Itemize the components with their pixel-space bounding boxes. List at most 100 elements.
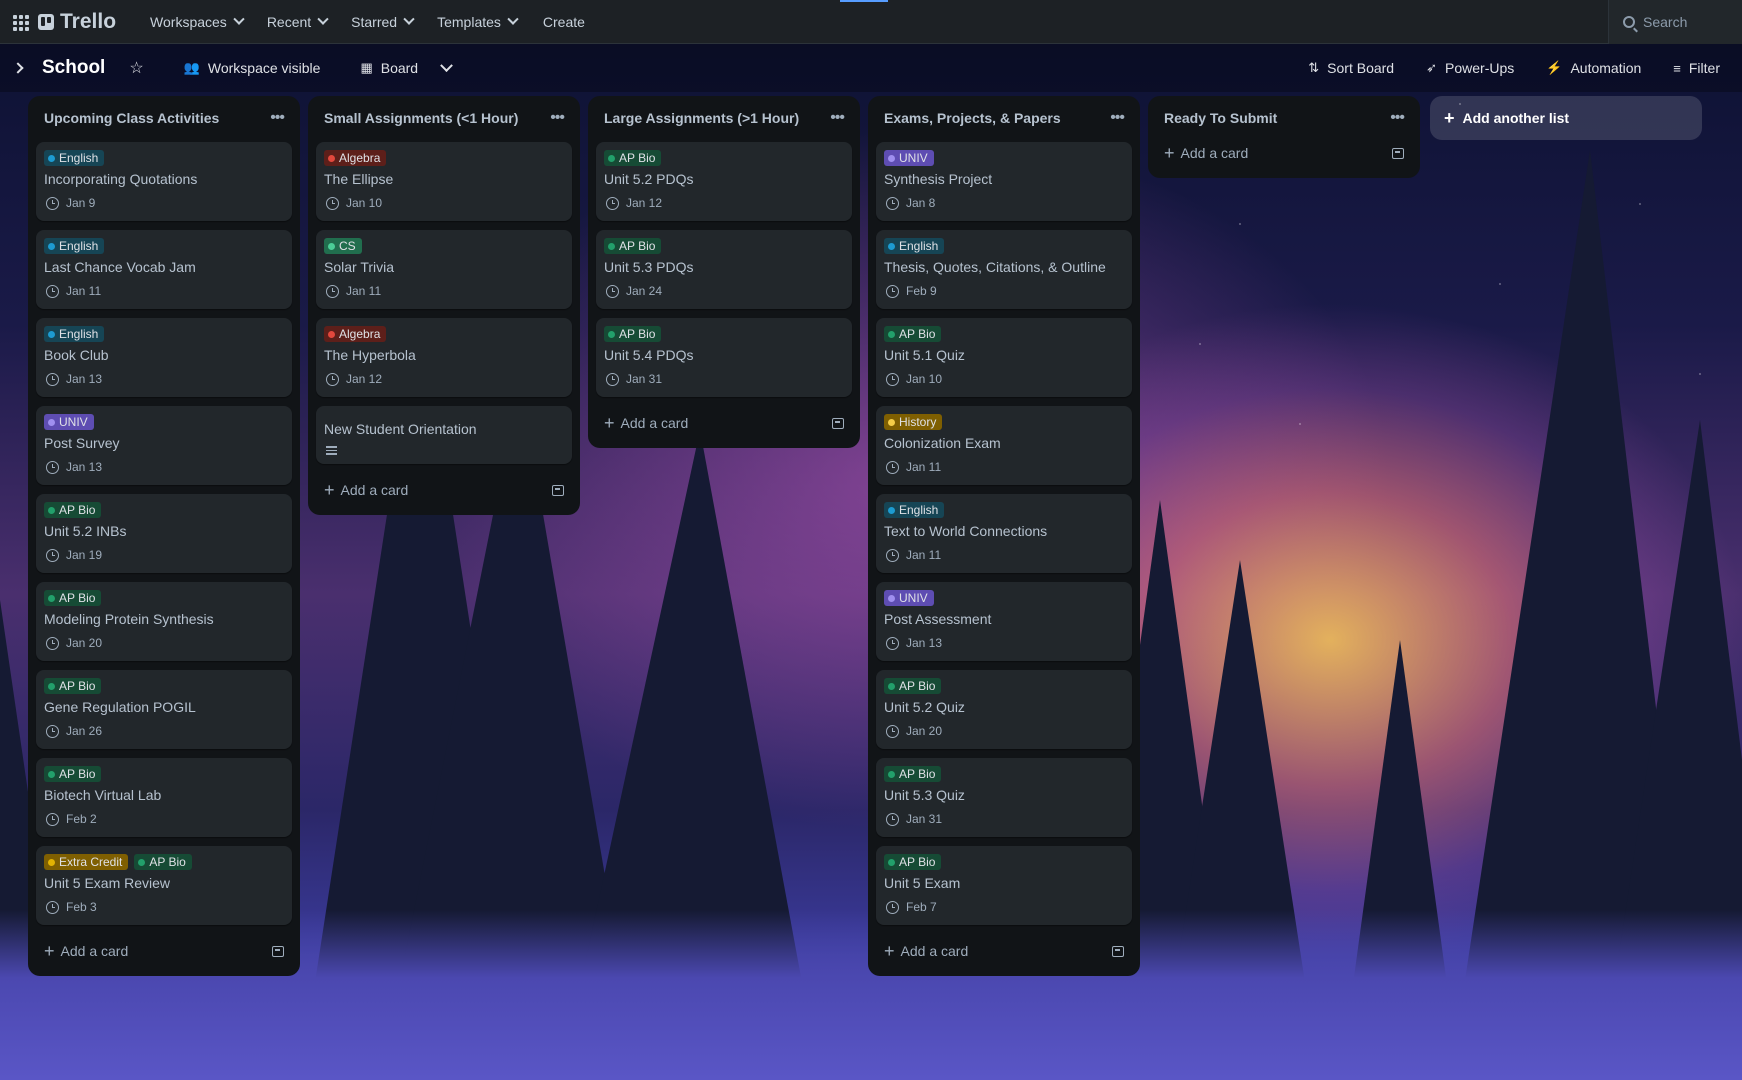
list-title[interactable]: Upcoming Class Activities (44, 110, 219, 126)
card[interactable]: AP Bio Unit 5.4 PDQs Jan 31 (596, 318, 852, 397)
card-label[interactable]: UNIV (884, 150, 934, 166)
trello-logo[interactable]: Trello (38, 10, 116, 34)
due-date-badge[interactable]: Jan 31 (604, 370, 844, 388)
list-header[interactable]: Ready To Submit ••• (1156, 102, 1412, 134)
due-date-badge[interactable]: Jan 9 (44, 194, 284, 212)
due-date-badge[interactable]: Feb 9 (884, 282, 1124, 300)
nav-recent[interactable]: Recent (255, 8, 339, 36)
due-date-badge[interactable]: Jan 31 (884, 810, 1124, 828)
card[interactable]: AP Bio Unit 5.3 Quiz Jan 31 (876, 758, 1132, 837)
card-label[interactable]: English (44, 150, 105, 166)
card-label[interactable]: AP Bio (884, 854, 942, 870)
card-label[interactable]: AP Bio (44, 678, 102, 694)
card[interactable]: Algebra The Ellipse Jan 10 (316, 142, 572, 221)
due-date-badge[interactable]: Jan 24 (604, 282, 844, 300)
card-label[interactable]: AP Bio (44, 502, 102, 518)
due-date-badge[interactable]: Feb 7 (884, 898, 1124, 916)
card[interactable]: English Book Club Jan 13 (36, 318, 292, 397)
due-date-badge[interactable]: Jan 20 (884, 722, 1124, 740)
card[interactable]: New Student Orientation (316, 406, 572, 464)
card[interactable]: AP Bio Unit 5.3 PDQs Jan 24 (596, 230, 852, 309)
due-date-badge[interactable]: Feb 2 (44, 810, 284, 828)
add-card-button[interactable]: + Add a card (596, 406, 852, 440)
due-date-badge[interactable]: Jan 11 (884, 458, 1124, 476)
card-label[interactable]: English (44, 238, 105, 254)
visibility-button[interactable]: 👥 Workspace visible (172, 54, 333, 82)
card-label[interactable]: English (884, 238, 945, 254)
due-date-badge[interactable]: Jan 26 (44, 722, 284, 740)
add-card-button[interactable]: + Add a card (316, 473, 572, 507)
card[interactable]: AP Bio Gene Regulation POGIL Jan 26 (36, 670, 292, 749)
card-label[interactable]: AP Bio (44, 766, 102, 782)
card-label[interactable]: AP Bio (44, 590, 102, 606)
card-label[interactable]: History (884, 414, 943, 430)
card[interactable]: AP Bio Unit 5.2 PDQs Jan 12 (596, 142, 852, 221)
list-header[interactable]: Small Assignments (<1 Hour) ••• (316, 102, 572, 134)
card[interactable]: AP Bio Unit 5.1 Quiz Jan 10 (876, 318, 1132, 397)
list-menu-icon[interactable]: ••• (550, 109, 565, 127)
add-card-button[interactable]: + Add a card (876, 934, 1132, 968)
due-date-badge[interactable]: Jan 13 (44, 370, 284, 388)
add-card-button[interactable]: + Add a card (36, 934, 292, 968)
list[interactable]: Upcoming Class Activities ••• English Incor… (28, 96, 300, 976)
star-icon[interactable]: ☆ (129, 58, 143, 78)
power-ups-button[interactable]: ➶ Power-Ups (1414, 54, 1526, 82)
card-label[interactable]: AP Bio (884, 678, 942, 694)
card-label[interactable]: English (884, 502, 945, 518)
card[interactable]: Extra Credit AP Bio Unit 5 Exam Review Feb … (36, 846, 292, 925)
card-label[interactable]: UNIV (44, 414, 94, 430)
card-label[interactable]: AP Bio (884, 766, 942, 782)
list[interactable]: Ready To Submit ••• + Add a card (1148, 96, 1420, 178)
card[interactable]: UNIV Post Assessment Jan 13 (876, 582, 1132, 661)
card[interactable]: AP Bio Biotech Virtual Lab Feb 2 (36, 758, 292, 837)
list[interactable]: Small Assignments (<1 Hour) ••• Algebra The… (308, 96, 580, 515)
card-label[interactable]: Extra Credit (44, 854, 129, 870)
list[interactable]: Exams, Projects, & Papers ••• UNIV Synthesi… (868, 96, 1140, 976)
nav-starred[interactable]: Starred (339, 8, 425, 36)
card[interactable]: AP Bio Modeling Protein Synthesis Jan 20 (36, 582, 292, 661)
due-date-badge[interactable]: Jan 20 (44, 634, 284, 652)
card-label[interactable]: AP Bio (604, 150, 662, 166)
list[interactable]: Large Assignments (>1 Hour) ••• AP Bio Unit… (588, 96, 860, 448)
card[interactable]: English Thesis, Quotes, Citations, & Outl… (876, 230, 1132, 309)
due-date-badge[interactable]: Jan 10 (324, 194, 564, 212)
create-from-template-icon[interactable] (1112, 945, 1124, 957)
due-date-badge[interactable]: Jan 13 (884, 634, 1124, 652)
card[interactable]: Algebra The Hyperbola Jan 12 (316, 318, 572, 397)
card-label[interactable]: AP Bio (604, 326, 662, 342)
list-header[interactable]: Exams, Projects, & Papers ••• (876, 102, 1132, 134)
card[interactable]: AP Bio Unit 5.2 Quiz Jan 20 (876, 670, 1132, 749)
due-date-badge[interactable]: Jan 12 (604, 194, 844, 212)
due-date-badge[interactable]: Jan 12 (324, 370, 564, 388)
list-title[interactable]: Ready To Submit (1164, 110, 1277, 126)
chevron-down-icon[interactable] (440, 58, 453, 72)
card[interactable]: English Text to World Connections Jan 11 (876, 494, 1132, 573)
due-date-badge[interactable]: Jan 8 (884, 194, 1124, 212)
filter-button[interactable]: ≡ Filter (1661, 54, 1732, 82)
create-from-template-icon[interactable] (272, 945, 284, 957)
card[interactable]: UNIV Post Survey Jan 13 (36, 406, 292, 485)
list-menu-icon[interactable]: ••• (1390, 109, 1405, 127)
create-button[interactable]: Create (529, 8, 599, 36)
card[interactable]: English Incorporating Quotations Jan 9 (36, 142, 292, 221)
due-date-badge[interactable]: Feb 3 (44, 898, 284, 916)
due-date-badge[interactable]: Jan 11 (884, 546, 1124, 564)
nav-workspaces[interactable]: Workspaces (138, 8, 255, 36)
card-label[interactable]: AP Bio (604, 238, 662, 254)
card[interactable]: UNIV Synthesis Project Jan 8 (876, 142, 1132, 221)
card[interactable]: English Last Chance Vocab Jam Jan 11 (36, 230, 292, 309)
board-title[interactable]: School (42, 57, 105, 79)
nav-templates[interactable]: Templates (425, 8, 529, 36)
card-label[interactable]: AP Bio (134, 854, 192, 870)
card-label[interactable]: English (44, 326, 105, 342)
board-view-button[interactable]: ▦ Board (348, 54, 430, 82)
due-date-badge[interactable]: Jan 10 (884, 370, 1124, 388)
due-date-badge[interactable]: Jan 19 (44, 546, 284, 564)
card[interactable]: AP Bio Unit 5 Exam Feb 7 (876, 846, 1132, 925)
app-switcher-icon[interactable] (10, 12, 30, 32)
search-input[interactable]: Search (1608, 0, 1742, 44)
create-from-template-icon[interactable] (1392, 147, 1404, 159)
add-card-button[interactable]: + Add a card (1156, 136, 1412, 170)
expand-sidebar-icon[interactable] (12, 62, 24, 74)
due-date-badge[interactable]: Jan 13 (44, 458, 284, 476)
